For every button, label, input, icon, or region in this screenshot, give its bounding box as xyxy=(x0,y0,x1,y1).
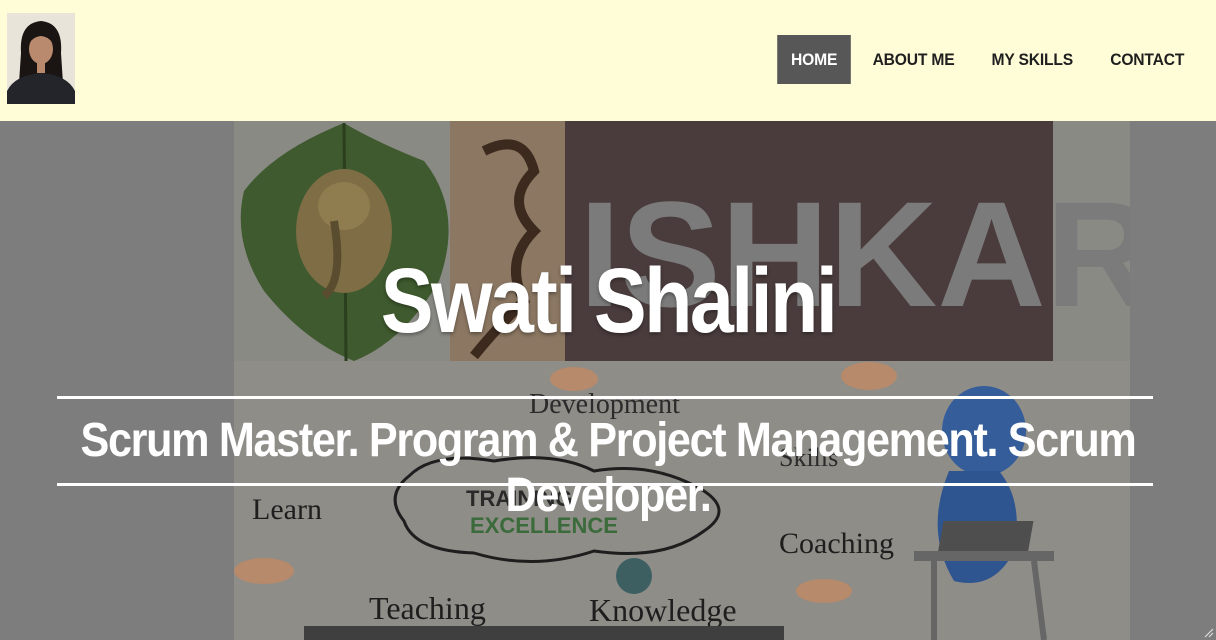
resize-handle-icon[interactable] xyxy=(1202,626,1214,638)
avatar[interactable] xyxy=(7,13,75,104)
svg-text:Knowledge: Knowledge xyxy=(589,592,737,628)
svg-text:Coaching: Coaching xyxy=(779,527,894,560)
divider-top xyxy=(57,396,1153,399)
hero-background-image: ISHKARS Development Skills Learn TRAININ… xyxy=(234,121,1130,640)
hero-title: Swati Shalini xyxy=(380,250,838,352)
nav-my-skills[interactable]: MY SKILLS xyxy=(978,35,1087,84)
nav-home[interactable]: HOME xyxy=(776,35,851,84)
nav-contact[interactable]: CONTACT xyxy=(1096,35,1198,84)
hero-section: ISHKARS Development Skills Learn TRAININ… xyxy=(0,121,1216,640)
svg-text:Teaching: Teaching xyxy=(369,590,486,626)
site-header: HOME ABOUT ME MY SKILLS CONTACT xyxy=(0,0,1216,121)
divider-bottom xyxy=(57,483,1153,486)
profile-photo-icon xyxy=(7,13,75,104)
hero-subtitle: Scrum Master. Program & Project Manageme… xyxy=(80,414,1136,522)
nav-about-me[interactable]: ABOUT ME xyxy=(859,35,969,84)
main-nav: HOME ABOUT ME MY SKILLS CONTACT xyxy=(774,35,1202,84)
